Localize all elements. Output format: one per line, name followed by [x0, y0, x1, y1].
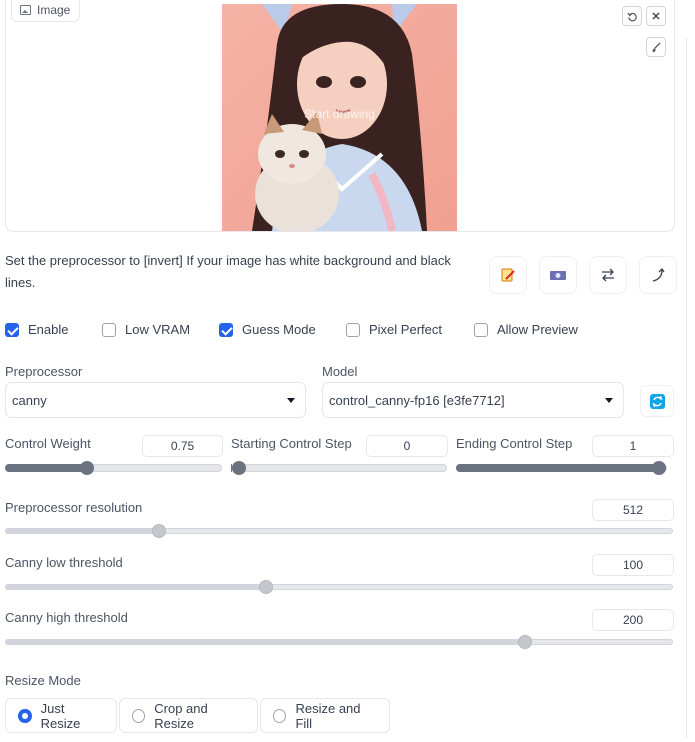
slider-thumb[interactable]	[652, 461, 666, 475]
control-weight-input[interactable]: 0.75	[142, 435, 223, 457]
slider-fill	[5, 528, 160, 534]
slider-thumb[interactable]	[232, 461, 246, 475]
refresh-models-button[interactable]	[640, 385, 674, 417]
slider-fill	[5, 639, 526, 645]
resize-mode-label: Resize Mode	[5, 673, 81, 688]
chevron-down-icon	[287, 397, 295, 403]
brush-button[interactable]	[646, 37, 666, 57]
camera-icon	[550, 271, 566, 280]
ending-step-slider[interactable]	[456, 461, 667, 475]
starting-step-input[interactable]: 0	[366, 435, 448, 457]
curve-arrow-icon	[652, 267, 665, 282]
undo-icon	[626, 12, 637, 21]
model-label: Model	[322, 364, 358, 379]
checkbox-box[interactable]	[5, 322, 19, 337]
slider-thumb[interactable]	[258, 580, 273, 594]
radio-resize-and-fill[interactable]: Resize and Fill	[260, 698, 390, 733]
slider-thumb[interactable]	[79, 461, 94, 475]
preprocessor-resolution-label: Preprocessor resolution	[5, 500, 143, 515]
photo-icon	[20, 5, 31, 15]
model-select[interactable]: control_canny-fp16 [e3fe7712]	[322, 382, 624, 418]
preprocessor-resolution-slider[interactable]	[5, 524, 673, 538]
preprocessor-select[interactable]: canny	[5, 382, 306, 418]
radio-dot[interactable]	[18, 708, 32, 723]
guess-mode-checkbox[interactable]: Guess Mode	[219, 322, 316, 337]
swap-icon	[602, 268, 614, 282]
close-image-button[interactable]	[646, 6, 666, 26]
canny-low-label: Canny low threshold	[5, 555, 123, 570]
radio-label: Just Resize	[40, 700, 81, 731]
slider-thumb[interactable]	[518, 635, 533, 649]
canny-high-label: Canny high threshold	[5, 610, 128, 625]
canny-low-slider[interactable]	[5, 580, 673, 594]
checkbox-box[interactable]	[474, 322, 488, 337]
enable-checkbox[interactable]: Enable	[5, 322, 68, 337]
ending-step-label: Ending Control Step	[456, 436, 573, 451]
checkbox-label: Pixel Perfect	[369, 322, 442, 337]
slider-fill	[5, 464, 87, 472]
send-dimensions-button[interactable]	[639, 256, 677, 294]
starting-step-label: Starting Control Step	[231, 436, 352, 451]
right-divider	[686, 38, 687, 738]
preprocessor-resolution-input[interactable]: 512	[592, 499, 674, 521]
radio-dot[interactable]	[132, 708, 146, 723]
checkbox-label: Allow Preview	[497, 322, 578, 337]
start-drawing-overlay: Start drawing	[304, 107, 375, 121]
checkbox-box[interactable]	[346, 322, 360, 337]
radio-crop-and-resize[interactable]: Crop and Resize	[119, 698, 258, 733]
preprocessor-hint: Set the preprocessor to [invert] If your…	[5, 253, 451, 290]
refresh-icon	[649, 393, 665, 409]
checkbox-box[interactable]	[219, 322, 233, 337]
canny-high-slider[interactable]	[5, 635, 673, 649]
checkbox-label: Enable	[28, 322, 69, 337]
radio-just-resize[interactable]: Just Resize	[5, 698, 117, 733]
ending-step-input[interactable]: 1	[592, 435, 674, 457]
canny-high-input[interactable]: 200	[592, 609, 674, 631]
uploaded-image[interactable]: Start drawing	[222, 4, 457, 231]
model-value: control_canny-fp16 [e3fe7712]	[329, 392, 505, 408]
checkbox-label: Low VRAM	[125, 322, 191, 337]
radio-label: Crop and Resize	[154, 700, 208, 731]
checkbox-box[interactable]	[102, 322, 116, 337]
allow-preview-checkbox[interactable]: Allow Preview	[474, 322, 578, 337]
preprocessor-value: canny	[12, 392, 47, 408]
chevron-down-icon	[605, 397, 613, 403]
slider-fill	[456, 464, 666, 472]
swap-button[interactable]	[589, 256, 627, 294]
image-label-text: Image	[37, 3, 71, 17]
radio-dot[interactable]	[273, 708, 287, 723]
starting-step-slider[interactable]	[231, 461, 447, 475]
checkbox-label: Guess Mode	[242, 322, 316, 337]
camera-button[interactable]	[539, 256, 577, 294]
control-weight-label: Control Weight	[5, 436, 91, 451]
control-weight-slider[interactable]	[5, 461, 222, 475]
preprocessor-label: Preprocessor	[5, 364, 83, 379]
edit-button[interactable]	[489, 256, 527, 294]
radio-label: Resize and Fill	[295, 700, 361, 731]
close-icon	[652, 12, 660, 20]
canny-low-input[interactable]: 100	[592, 554, 674, 576]
slider-thumb[interactable]	[152, 524, 167, 538]
edit-icon	[501, 268, 515, 282]
low-vram-checkbox[interactable]: Low VRAM	[102, 322, 190, 337]
undo-button[interactable]	[622, 6, 642, 26]
brush-icon	[652, 41, 661, 52]
pixel-perfect-checkbox[interactable]: Pixel Perfect	[346, 322, 442, 337]
slider-fill	[5, 584, 266, 590]
image-tab-label: Image	[11, 0, 81, 22]
